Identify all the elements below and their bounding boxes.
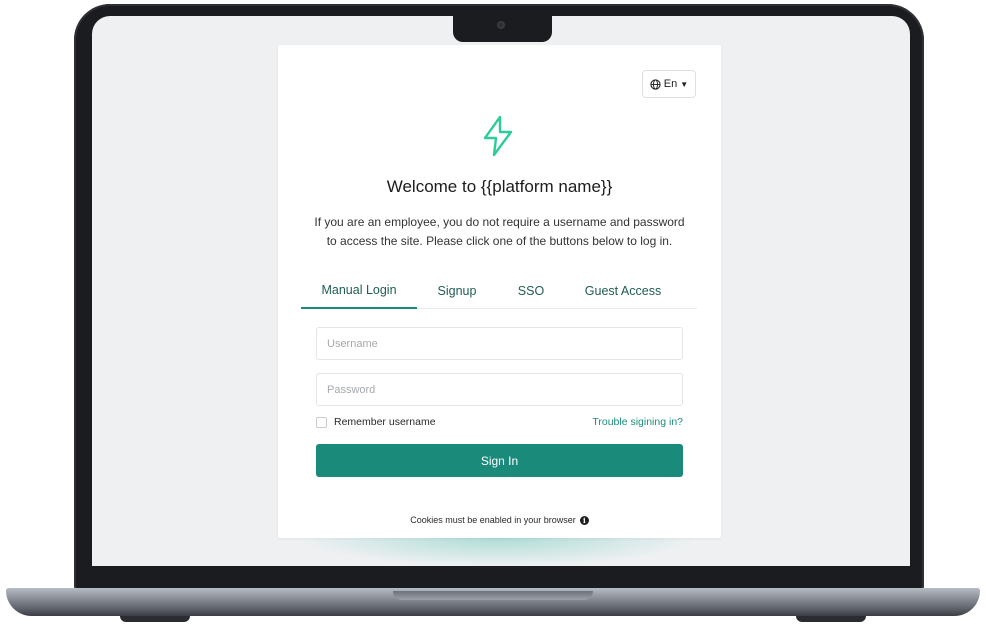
language-label: En xyxy=(663,78,678,90)
camera-notch xyxy=(453,14,552,42)
tab-signup[interactable]: Signup xyxy=(417,273,497,309)
password-input[interactable] xyxy=(316,373,683,406)
info-icon[interactable]: i xyxy=(579,515,589,525)
username-input[interactable] xyxy=(316,327,683,360)
remember-label: Remember username xyxy=(334,416,436,428)
cookies-text: Cookies must be enabled in your browser xyxy=(410,515,576,525)
cookies-notice: Cookies must be enabled in your browser … xyxy=(278,515,721,525)
laptop-opening-groove xyxy=(393,591,593,600)
laptop-foot-left xyxy=(120,616,190,622)
trouble-signing-in-link[interactable]: Trouble sigining in? xyxy=(592,416,683,428)
language-selector[interactable]: En ▼ xyxy=(642,70,696,98)
caret-down-icon: ▼ xyxy=(680,79,689,89)
webcam-icon xyxy=(497,21,505,29)
lightning-bolt-icon xyxy=(483,115,513,157)
welcome-description: If you are an employee, you do not requi… xyxy=(314,215,685,248)
tab-sso[interactable]: SSO xyxy=(497,273,565,309)
remember-checkbox[interactable] xyxy=(316,416,327,428)
remember-username: Remember username xyxy=(316,416,436,428)
tab-guest-access[interactable]: Guest Access xyxy=(565,273,681,309)
tab-manual-login[interactable]: Manual Login xyxy=(301,273,417,309)
login-tabs: Manual Login Signup SSO Guest Access xyxy=(301,273,697,309)
laptop-foot-right xyxy=(796,616,866,622)
card-glow xyxy=(300,538,696,566)
globe-icon xyxy=(650,78,661,90)
welcome-title: Welcome to {{platform name}} xyxy=(386,177,613,196)
sign-in-button[interactable]: Sign In xyxy=(316,444,683,477)
login-card: En ▼ Welcome to {{platform name}} If you… xyxy=(278,45,721,538)
